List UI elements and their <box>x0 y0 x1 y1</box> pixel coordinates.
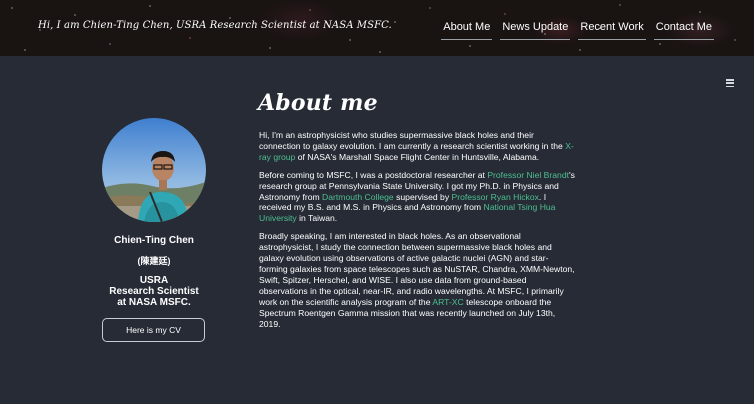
section-title: About me <box>258 90 378 116</box>
role-line: at NASA MSFC. <box>117 297 191 308</box>
link-ryan-hickox[interactable]: Professor Ryan Hickox <box>452 192 539 202</box>
link-dartmouth-college[interactable]: Dartmouth College <box>322 192 394 202</box>
nav-item-recent-work[interactable]: Recent Work <box>578 19 646 40</box>
profile-chinese-name: (陳建廷) <box>137 256 171 266</box>
paragraph-text: Before coming to MSFC, I was a postdocto… <box>259 169 488 180</box>
avatar <box>102 118 206 222</box>
hamburger-menu-icon[interactable] <box>726 79 734 88</box>
nav-item-contact-me[interactable]: Contact Me <box>653 19 714 40</box>
nav-item-about-me[interactable]: About Me <box>441 19 493 40</box>
main-nav: About Me News Update Recent Work Contact… <box>441 19 714 40</box>
link-art-xc[interactable]: ART-XC <box>432 297 463 307</box>
paragraph-text: of NASA's Marshall Space Flight Center i… <box>295 151 540 162</box>
about-paragraph-2: Before coming to MSFC, I was a postdocto… <box>259 170 575 225</box>
profile-name: Chien-Ting Chen <box>114 235 194 246</box>
role-line: Research Scientist <box>109 286 199 297</box>
paragraph-text: supervised by <box>393 191 452 202</box>
site-tagline: Hi, I am Chien-Ting Chen, USRA Research … <box>38 20 392 31</box>
cv-button[interactable]: Here is my CV <box>102 318 205 342</box>
paragraph-text: Broadly speaking, I am interested in bla… <box>259 231 575 307</box>
profile-role: USRA Research Scientist at NASA MSFC. <box>82 275 226 308</box>
header-banner: Hi, I am Chien-Ting Chen, USRA Research … <box>0 0 754 56</box>
about-content: Hi, I'm an astrophysicist who studies su… <box>259 130 575 336</box>
about-paragraph-1: Hi, I'm an astrophysicist who studies su… <box>259 130 575 163</box>
nav-item-news-update[interactable]: News Update <box>500 19 571 40</box>
about-paragraph-3: Broadly speaking, I am interested in bla… <box>259 231 575 329</box>
paragraph-text: Hi, I'm an astrophysicist who studies su… <box>259 130 566 151</box>
paragraph-text: in Taiwan. <box>296 213 338 224</box>
role-line: USRA <box>139 275 169 286</box>
profile-photo <box>102 118 206 222</box>
link-niel-brandt[interactable]: Professor Niel Brandt <box>487 170 569 180</box>
